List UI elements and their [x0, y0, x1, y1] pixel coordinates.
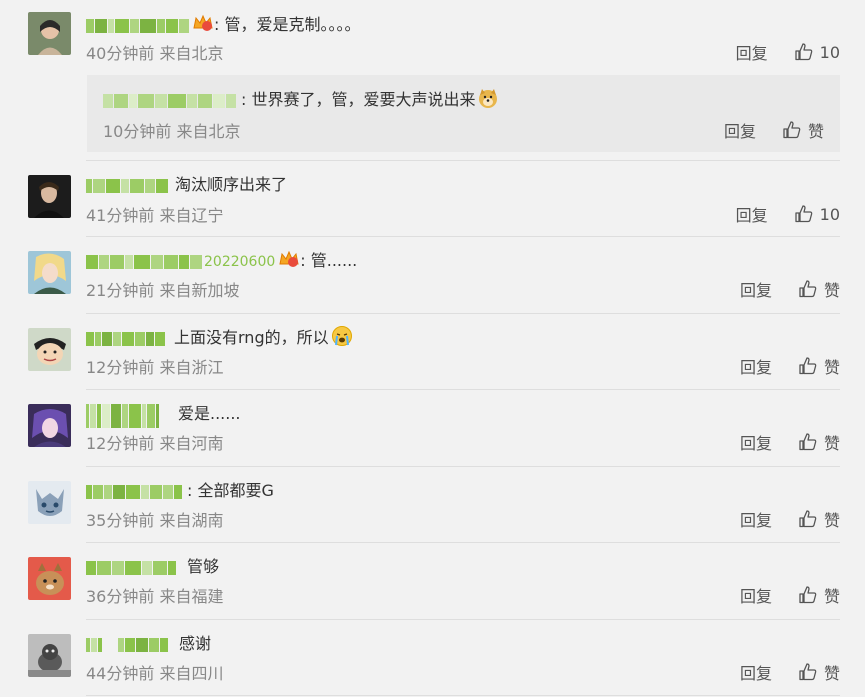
comment-text: : 世界赛了，管，爱要大声说出来 — [241, 90, 476, 109]
like-label: 赞 — [823, 511, 840, 530]
reply-button[interactable]: 回复 — [724, 118, 756, 142]
reply-button[interactable]: 回复 — [736, 202, 768, 226]
username[interactable] — [86, 634, 169, 652]
comment-text: 管够 — [187, 557, 220, 576]
thumbs-up-icon — [799, 586, 817, 604]
reply-button[interactable]: 回复 — [736, 40, 768, 64]
comment-text: : 全部都要G — [187, 481, 274, 500]
like-label: 赞 — [807, 122, 824, 141]
thumbs-up-icon — [799, 510, 817, 528]
like-label: 赞 — [823, 587, 840, 606]
comment-meta: 36分钟前 来自福建 — [86, 587, 224, 606]
username[interactable] — [86, 404, 160, 428]
separator — [86, 160, 840, 161]
username[interactable] — [86, 175, 169, 193]
comment-meta: 44分钟前 来自四川 — [86, 664, 224, 683]
separator — [86, 236, 840, 237]
username[interactable] — [86, 15, 190, 33]
separator — [86, 542, 840, 543]
username[interactable] — [86, 557, 177, 575]
like-count: 10 — [819, 42, 840, 62]
comment-meta: 40分钟前 来自北京 — [86, 44, 224, 63]
like-button[interactable]: 赞 — [798, 277, 840, 301]
avatar[interactable] — [28, 557, 71, 600]
comment-text: 感谢 — [179, 634, 212, 653]
like-label: 赞 — [823, 281, 840, 300]
comment-meta: 12分钟前 来自浙江 — [86, 358, 224, 377]
username[interactable] — [86, 481, 183, 499]
separator — [86, 389, 840, 390]
like-button[interactable]: 赞 — [798, 507, 840, 531]
comment-meta: 12分钟前 来自河南 — [86, 434, 224, 453]
like-button[interactable]: 赞 — [798, 583, 840, 607]
separator — [86, 695, 840, 696]
comment-text: 爱是...... — [178, 404, 241, 423]
reply-button[interactable]: 回复 — [740, 507, 772, 531]
like-button[interactable]: 赞 — [798, 660, 840, 684]
separator — [86, 313, 840, 314]
reply-button[interactable]: 回复 — [740, 277, 772, 301]
username-tail: 20220600 — [204, 253, 276, 270]
reply-button[interactable]: 回复 — [740, 660, 772, 684]
comment-text: : 管...... — [300, 251, 358, 270]
nested-reply: : 世界赛了，管，爱要大声说出来 10分钟前 来自北京 回复 赞 — [87, 75, 840, 152]
comment-text: 淘汰顺序出来了 — [175, 175, 288, 194]
doge-emoji-icon — [477, 87, 499, 109]
like-button[interactable]: 10 — [794, 204, 840, 224]
reply-button[interactable]: 回复 — [740, 354, 772, 378]
username[interactable] — [86, 328, 166, 346]
crying-emoji-icon — [331, 325, 353, 347]
comment-meta: 35分钟前 来自湖南 — [86, 511, 224, 530]
username[interactable]: 20220600 — [86, 251, 276, 270]
avatar[interactable] — [28, 12, 71, 55]
avatar[interactable] — [28, 481, 71, 524]
like-label: 赞 — [823, 358, 840, 377]
like-button[interactable]: 赞 — [798, 430, 840, 454]
thumbs-up-icon — [783, 121, 801, 139]
comment-text: : 管，爱是克制。。。。 — [214, 15, 361, 34]
comment-meta: 41分钟前 来自辽宁 — [86, 206, 224, 225]
crown-badge-icon — [278, 250, 300, 268]
avatar[interactable] — [28, 175, 71, 218]
comment-meta: 21分钟前 来自新加坡 — [86, 281, 240, 300]
username[interactable] — [103, 90, 237, 108]
avatar[interactable] — [28, 404, 71, 447]
separator — [86, 466, 840, 467]
like-count: 10 — [819, 204, 840, 224]
thumbs-up-icon — [794, 205, 812, 223]
avatar[interactable] — [28, 328, 71, 371]
thumbs-up-icon — [799, 433, 817, 451]
like-button[interactable]: 10 — [794, 42, 840, 62]
comment-meta: 10分钟前 来自北京 — [103, 122, 241, 141]
like-button[interactable]: 赞 — [782, 118, 824, 142]
crown-badge-icon — [192, 14, 214, 32]
thumbs-up-icon — [794, 43, 812, 61]
avatar[interactable] — [28, 634, 71, 677]
reply-button[interactable]: 回复 — [740, 430, 772, 454]
like-label: 赞 — [823, 664, 840, 683]
like-button[interactable]: 赞 — [798, 354, 840, 378]
comment-text: 上面没有rng的，所以 — [174, 328, 329, 347]
thumbs-up-icon — [799, 280, 817, 298]
thumbs-up-icon — [799, 663, 817, 681]
avatar[interactable] — [28, 251, 71, 294]
like-label: 赞 — [823, 434, 840, 453]
separator — [86, 619, 840, 620]
thumbs-up-icon — [799, 357, 817, 375]
reply-button[interactable]: 回复 — [740, 583, 772, 607]
